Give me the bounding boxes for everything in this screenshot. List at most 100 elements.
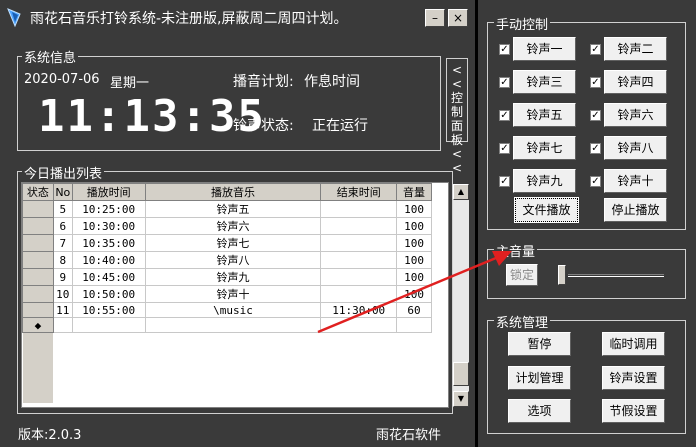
col-no[interactable]: No <box>52 183 73 201</box>
options-button[interactable]: 选项 <box>508 399 571 423</box>
schedule-grid: 状态 No 播放时间 播放音乐 结束时间 音量 5 10:25:00 铃声五 100 6… <box>22 183 432 403</box>
bell-checkbox-9[interactable]: ✓ <box>499 176 510 187</box>
cell-end: 11:30:00 <box>320 302 398 318</box>
table-row[interactable]: 8 10:40:00 铃声八 100 <box>22 251 432 269</box>
cell-music: \music <box>144 302 322 318</box>
cell-status <box>22 268 54 286</box>
bell-button-2[interactable]: 铃声二 <box>604 37 667 61</box>
manual-control-label: 手动控制 <box>494 14 551 33</box>
cell-status <box>22 251 54 269</box>
weekday-text: 星期一 <box>110 76 150 91</box>
cell-end <box>320 317 398 333</box>
bell-button-7[interactable]: 铃声七 <box>513 136 576 160</box>
col-volume[interactable]: 音量 <box>396 183 432 201</box>
today-list-label: 今日播出列表 <box>22 163 105 182</box>
close-button[interactable]: × <box>448 9 468 27</box>
col-music[interactable]: 播放音乐 <box>144 183 322 201</box>
vertical-scrollbar[interactable]: ▲ ▼ <box>453 184 469 407</box>
plan-manage-button[interactable]: 计划管理 <box>508 366 571 390</box>
bell-checkbox-2[interactable]: ✓ <box>590 44 601 55</box>
table-row[interactable]: 5 10:25:00 铃声五 100 <box>22 200 432 218</box>
bell-checkbox-6[interactable]: ✓ <box>590 110 601 121</box>
system-management-label: 系统管理 <box>494 312 551 331</box>
bell-button-6[interactable]: 铃声六 <box>604 103 667 127</box>
control-panel-tab[interactable]: <<控制面板<< <box>446 58 468 175</box>
scroll-up-icon[interactable]: ▲ <box>453 184 469 200</box>
empty-cell <box>72 389 145 403</box>
empty-row <box>22 389 432 403</box>
bell-checkbox-1[interactable]: ✓ <box>499 44 510 55</box>
empty-cell <box>22 361 54 375</box>
bell-button-4[interactable]: 铃声四 <box>604 70 667 94</box>
cell-volume: 100 <box>396 234 432 252</box>
cell-time: 10:55:00 <box>71 302 146 318</box>
minimize-button[interactable]: – <box>425 9 445 27</box>
scroll-down-icon[interactable]: ▼ <box>453 391 469 407</box>
bell-button-3[interactable]: 铃声三 <box>513 70 576 94</box>
stop-play-button[interactable]: 停止播放 <box>604 198 667 222</box>
pause-button[interactable]: 暂停 <box>508 332 571 356</box>
date-text: 2020-07-06 <box>24 72 100 87</box>
bell-button-5[interactable]: 铃声五 <box>513 103 576 127</box>
cell-status <box>22 217 54 235</box>
col-play-time[interactable]: 播放时间 <box>71 183 146 201</box>
bell-checkbox-8[interactable]: ✓ <box>590 143 601 154</box>
empty-cell <box>72 347 145 361</box>
file-play-button[interactable]: 文件播放 <box>514 197 579 223</box>
cell-music: 铃声五 <box>144 200 322 218</box>
bell-checkbox-7[interactable]: ✓ <box>499 143 510 154</box>
volume-slider[interactable] <box>558 265 668 287</box>
cell-music: 铃声十 <box>144 285 322 303</box>
bell-checkbox-3[interactable]: ✓ <box>499 77 510 88</box>
bell-button-10[interactable]: 铃声十 <box>604 169 667 193</box>
cell-volume: 100 <box>396 217 432 235</box>
main-panel: 雨花石音乐打铃系统-未注册版,屏蔽周二周四计划。 – × 系统信息 2020-0… <box>0 0 475 447</box>
bell-status-label: 铃声状态: <box>233 118 294 134</box>
bell-settings-button[interactable]: 铃声设置 <box>602 366 665 390</box>
cell-music <box>144 317 322 333</box>
cell-no: 8 <box>52 251 73 269</box>
empty-cell <box>72 333 145 348</box>
cell-no: 11 <box>52 302 73 318</box>
cell-music: 铃声六 <box>144 217 322 235</box>
table-row[interactable]: 7 10:35:00 铃声七 100 <box>22 234 432 252</box>
cell-end <box>320 217 398 235</box>
version-text: 版本:2.0.3 <box>18 428 82 443</box>
cell-music: 铃声八 <box>144 251 322 269</box>
holiday-settings-button[interactable]: 节假设置 <box>602 399 665 423</box>
bell-button-8[interactable]: 铃声八 <box>604 136 667 160</box>
temp-call-button[interactable]: 临时调用 <box>602 332 665 356</box>
cell-time: 10:50:00 <box>71 285 146 303</box>
cell-no <box>52 317 73 333</box>
plan-value: 作息时间 <box>304 74 360 90</box>
bell-button-9[interactable]: 铃声九 <box>513 169 576 193</box>
table-row[interactable]: 9 10:45:00 铃声九 100 <box>22 268 432 286</box>
cell-music: 铃声七 <box>144 234 322 252</box>
empty-cell <box>72 375 145 389</box>
bell-button-1[interactable]: 铃声一 <box>513 37 576 61</box>
bell-checkbox-10[interactable]: ✓ <box>590 176 601 187</box>
bell-checkbox-4[interactable]: ✓ <box>590 77 601 88</box>
scroll-thumb[interactable] <box>453 362 469 386</box>
volume-slider-track <box>568 274 664 277</box>
table-row[interactable]: 10 10:50:00 铃声十 100 <box>22 285 432 303</box>
cell-time: 10:40:00 <box>71 251 146 269</box>
schedule-table: 状态 No 播放时间 播放音乐 结束时间 音量 5 10:25:00 铃声五 100 6… <box>21 182 469 408</box>
table-row[interactable]: ◆ <box>22 317 432 333</box>
cell-volume: 60 <box>396 302 432 318</box>
title-bar: 雨花石音乐打铃系统-未注册版,屏蔽周二周四计划。 – × <box>0 0 475 34</box>
company-text: 雨花石软件 <box>376 428 442 443</box>
empty-cell <box>22 347 54 361</box>
lock-button[interactable]: 锁定 <box>506 264 538 286</box>
bell-checkbox-5[interactable]: ✓ <box>499 110 510 121</box>
window-title: 雨花石音乐打铃系统-未注册版,屏蔽周二周四计划。 <box>30 11 348 27</box>
col-end-time[interactable]: 结束时间 <box>320 183 398 201</box>
col-status[interactable]: 状态 <box>22 183 54 201</box>
cell-end <box>320 200 398 218</box>
table-row[interactable]: 6 10:30:00 铃声六 100 <box>22 217 432 235</box>
table-row[interactable]: 11 10:55:00 \music 11:30:00 60 <box>22 302 432 318</box>
bell-status-value: 正在运行 <box>312 118 368 134</box>
empty-cell <box>53 347 72 361</box>
volume-slider-thumb[interactable] <box>558 265 566 285</box>
empty-cell <box>321 333 397 348</box>
